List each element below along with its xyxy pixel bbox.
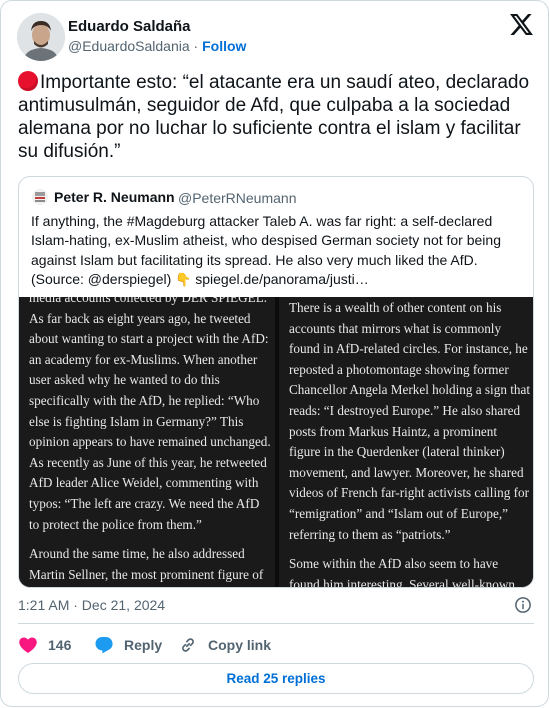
tweet-timestamp[interactable]: 1:21 AM · Dec 21, 2024	[18, 597, 165, 613]
quoted-author-name[interactable]: Peter R. Neumann	[54, 189, 175, 205]
article-column-left: media accounts collected by DER SPIEGEL.…	[19, 297, 275, 587]
info-icon[interactable]	[514, 596, 532, 614]
quoted-tweet-link[interactable]: spiegel.de/panorama/justi…	[195, 271, 369, 287]
article-column-right: There is a wealth of other content on hi…	[279, 297, 533, 588]
red-circle-icon	[18, 71, 38, 91]
divider	[18, 623, 534, 624]
quoted-tweet[interactable]: Peter R. Neumann @PeterRNeumann If anyth…	[18, 176, 534, 588]
article-paragraph: There is a wealth of other content on hi…	[289, 300, 530, 542]
author-handle-line: @EduardoSaldania · Follow	[68, 38, 246, 54]
tweet-text: Importante esto: “el atacante era un sau…	[18, 71, 538, 163]
action-bar: 146 Reply Copy link	[18, 634, 418, 656]
quoted-tweet-text: If anything, the #Magdeburg attacker Tal…	[31, 212, 525, 290]
author-name[interactable]: Eduardo Saldaña	[68, 18, 191, 35]
read-replies-button[interactable]: Read 25 replies	[18, 663, 534, 694]
quoted-author-handle[interactable]: @PeterRNeumann	[178, 190, 297, 206]
x-logo-icon[interactable]	[510, 14, 533, 35]
article-paragraph: Around the same time, he also addressed …	[29, 546, 264, 582]
article-screenshot-image[interactable]: media accounts collected by DER SPIEGEL.…	[19, 297, 533, 588]
link-icon	[182, 638, 194, 652]
tweet-body: Importante esto: “el atacante era un sau…	[18, 72, 530, 162]
heart-icon	[19, 637, 37, 653]
reply-bubble-icon	[95, 637, 113, 654]
reply-button[interactable]: Reply	[94, 634, 162, 656]
author-avatar[interactable]	[17, 13, 65, 61]
follow-button[interactable]: Follow	[202, 38, 246, 54]
author-handle[interactable]: @EduardoSaldania	[68, 38, 190, 54]
copy-link-button[interactable]: Copy link	[178, 634, 271, 656]
reply-label: Reply	[124, 637, 163, 653]
copy-link-label: Copy link	[208, 637, 272, 653]
quoted-author-avatar[interactable]	[32, 189, 48, 205]
like-button[interactable]: 146	[18, 634, 71, 656]
separator-dot: ·	[193, 38, 199, 54]
article-paragraph: media accounts collected by DER SPIEGEL.…	[29, 297, 271, 532]
embedded-tweet-card: Eduardo Saldaña @EduardoSaldania · Follo…	[0, 0, 549, 707]
pointing-down-icon: 👇	[175, 272, 192, 288]
like-count: 146	[48, 637, 72, 653]
article-paragraph: Some within the AfD also seem to have fo…	[289, 556, 515, 588]
